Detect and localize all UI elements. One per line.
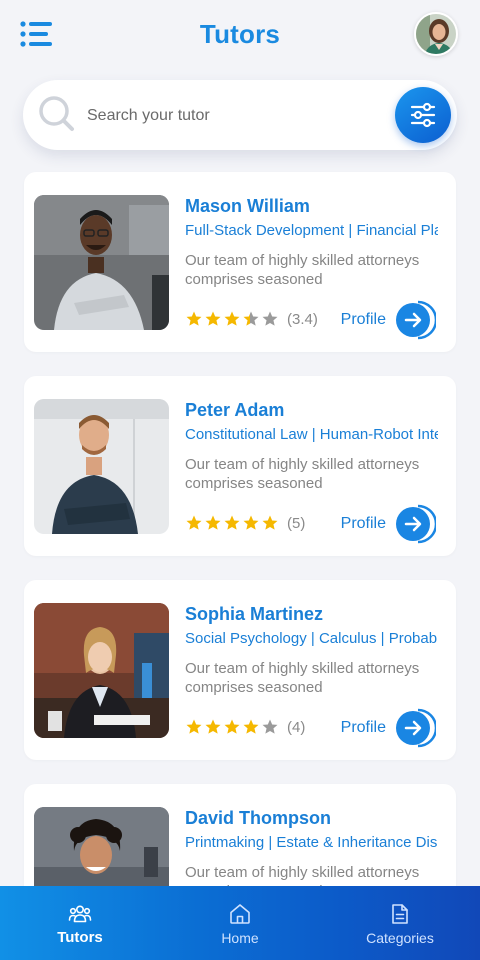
sliders-icon [410,102,436,128]
profile-label: Profile [340,719,386,736]
tutor-description: Our team of highly skilled attorneys com… [185,252,420,288]
star-rating [185,718,279,736]
star-icon [243,719,259,734]
tutor-subjects: Constitutional Law | Human-Robot Interac… [185,426,438,443]
arrow-right-icon [396,504,436,544]
rating-count: (4) [287,718,306,736]
tutor-rating: (4) [185,717,305,737]
tutor-name: David Thompson [185,808,332,828]
page-title: Tutors [199,19,281,49]
star-icon [205,311,221,326]
rating-count: (5) [287,514,306,532]
star-icon [205,719,221,734]
profile-button[interactable]: Profile [341,504,436,544]
star-icon [186,515,202,530]
tutor-card[interactable]: Peter Adam Constitutional Law | Human-Ro… [24,376,456,556]
tutor-card[interactable]: Sophia Martinez Social Psychology | Calc… [24,580,456,760]
app-header: Tutors [0,0,480,72]
profile-label: Profile [340,311,386,328]
user-avatar[interactable] [414,12,458,56]
star-half-icon [243,311,259,326]
star-icon [243,515,259,530]
tutor-subjects: Full-Stack Development | Financial Plann… [185,222,438,239]
arrow-right-icon [396,708,436,748]
star-icon [262,515,278,530]
tutor-subjects: Printmaking | Estate & Inheritance Dispu… [185,834,438,851]
star-icon [224,719,240,734]
tutor-rating: (5) [185,513,305,533]
star-icon [186,719,202,734]
home-icon [230,904,250,924]
star-icon [186,311,202,326]
star-icon [205,515,221,530]
tutor-name: Mason William [185,196,310,216]
document-icon [392,904,408,924]
tab-tutors[interactable]: Tutors [0,886,160,960]
star-icon [224,515,240,530]
star-rating [185,310,279,328]
users-icon [68,905,92,923]
star-empty-icon [262,311,278,326]
filter-button[interactable] [395,87,451,143]
tutor-name: Sophia Martinez [185,604,324,624]
tutor-photo [34,399,169,534]
search-input[interactable] [87,102,387,130]
tab-label: Categories [366,930,434,946]
star-rating [185,514,279,532]
tab-categories[interactable]: Categories [320,886,480,960]
tab-home[interactable]: Home [160,886,320,960]
tutor-description: Our team of highly skilled attorneys com… [185,660,420,696]
tab-label: Tutors [57,929,103,946]
profile-label: Profile [340,515,386,532]
tutor-photo [34,195,169,330]
tutor-photo [34,603,169,738]
tutor-description: Our team of highly skilled attorneys com… [185,456,420,492]
tab-label: Home [221,930,259,946]
star-icon [224,311,240,326]
tutor-name: Peter Adam [185,400,285,420]
profile-button[interactable]: Profile [341,300,436,340]
search-icon [39,96,74,131]
tutor-rating: (3.4) [185,309,318,329]
rating-count: (3.4) [287,310,318,328]
profile-button[interactable]: Profile [341,708,436,748]
bottom-tab-bar: Tutors Home Categories [0,886,480,960]
search-bar [23,80,457,150]
tutor-card[interactable]: Mason William Full-Stack Development | F… [24,172,456,352]
star-empty-icon [262,719,278,734]
tutor-subjects: Social Psychology | Calculus | Probabili… [185,630,438,647]
arrow-right-icon [396,300,436,340]
